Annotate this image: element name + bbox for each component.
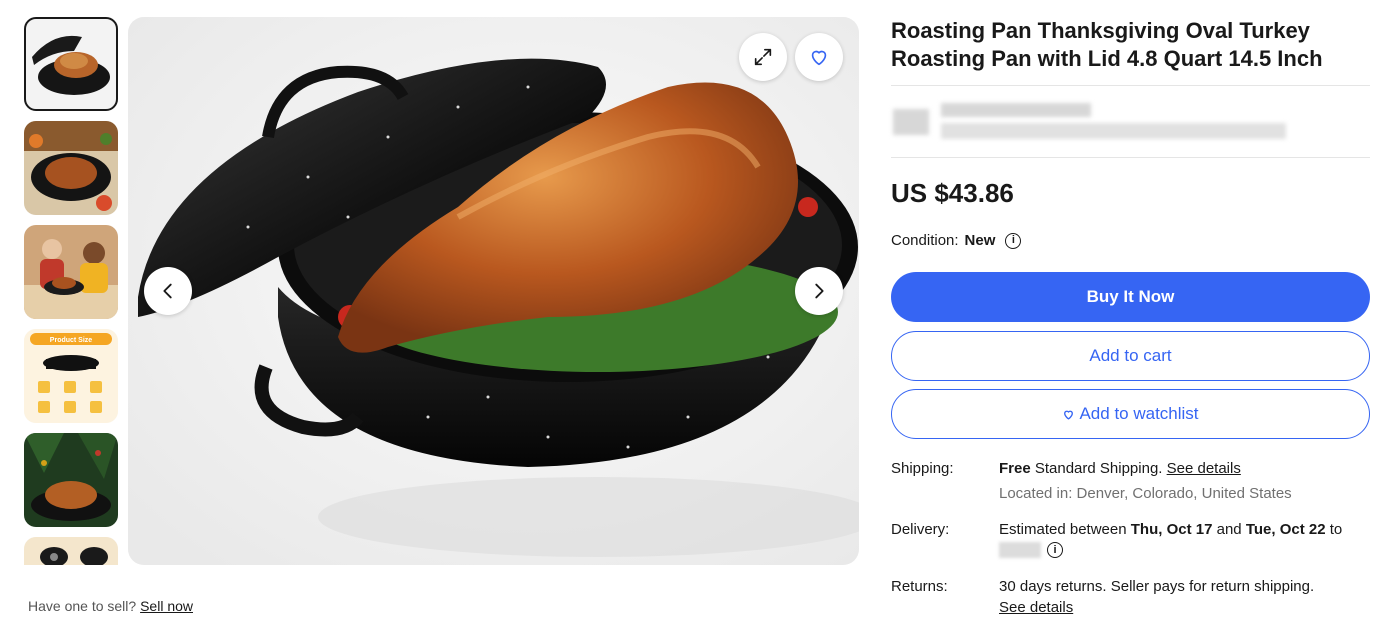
chevron-right-icon [815,283,824,299]
delivery-start-date: Thu, Oct 17 [1130,521,1213,538]
product-size-thumbnail-image: Product Size [24,329,118,423]
previous-image-button[interactable] [144,267,192,315]
thumbnail-5[interactable] [24,433,118,527]
save-to-watchlist-heart-button[interactable] [795,33,843,81]
product-title: Roasting Pan Thanksgiving Oval Turkey Ro… [891,18,1323,71]
roasting-pan-thumbnail-image [24,17,118,111]
shipping-method: Standard Shipping. [1030,460,1167,477]
christmas-tree-thumbnail-image [24,433,118,527]
condition-value: New [964,232,996,249]
delivery-and: and [1212,521,1246,538]
main-product-image[interactable] [128,17,859,565]
chevron-left-icon [163,283,172,299]
shipping-see-details-link[interactable]: See details [1167,460,1241,477]
buy-it-now-button[interactable]: Buy It Now [891,272,1370,322]
thanksgiving-table-thumbnail-image [24,121,118,215]
thumbnail-4[interactable]: Product Size [24,329,118,423]
sell-now-link[interactable]: Sell now [140,598,193,614]
sell-prompt: Have one to sell? Sell now [28,598,193,614]
heart-icon [811,50,827,66]
thumbnail-1[interactable] [24,17,118,111]
free-shipping-text: Free [999,460,1031,477]
add-to-watchlist-button[interactable]: Add to watchlist [891,389,1370,439]
returns-policy-text: 30 days returns. Seller pays for return … [999,578,1315,595]
svg-text:Product Size: Product Size [50,337,93,344]
thumbnail-2[interactable] [24,121,118,215]
item-location: Located in: Denver, Colorado, United Sta… [999,485,1292,502]
family-serving-thumbnail-image [24,225,118,319]
pan-detail-thumbnail-image [24,537,118,565]
delivery-to: to [1325,521,1343,538]
delivery-end-date: Tue, Oct 22 [1245,521,1326,538]
delivery-prefix: Estimated between [999,521,1131,538]
thumbnail-strip: Product Size [24,17,120,565]
returns-see-details-link[interactable]: See details [999,599,1073,616]
info-icon[interactable]: i [1047,542,1063,558]
divider [891,85,1370,86]
product-info-panel: Roasting Pan Thanksgiving Oval Turkey Ro… [891,17,1370,73]
sell-prompt-text: Have one to sell? [28,598,137,614]
divider [891,157,1370,158]
expand-icon [754,48,772,66]
expand-image-button[interactable] [739,33,787,81]
thumbnail-3[interactable] [24,225,118,319]
seller-info-redacted [891,103,1291,143]
next-image-button[interactable] [795,267,843,315]
add-to-cart-button[interactable]: Add to cart [891,331,1370,381]
delivery-label: Delivery: [891,521,950,538]
zip-code-redacted [999,542,1041,558]
roasting-pan-with-turkey-image [128,17,859,565]
returns-label: Returns: [891,578,948,595]
thumbnail-6[interactable] [24,537,118,565]
shipping-label: Shipping: [891,460,954,477]
item-price: US $43.86 [891,178,1014,208]
item-condition: Condition: New i [891,232,1022,249]
condition-label: Condition: [891,232,959,249]
heart-icon [1064,410,1074,419]
info-icon[interactable]: i [1005,232,1022,249]
add-to-watchlist-label: Add to watchlist [1079,404,1199,423]
